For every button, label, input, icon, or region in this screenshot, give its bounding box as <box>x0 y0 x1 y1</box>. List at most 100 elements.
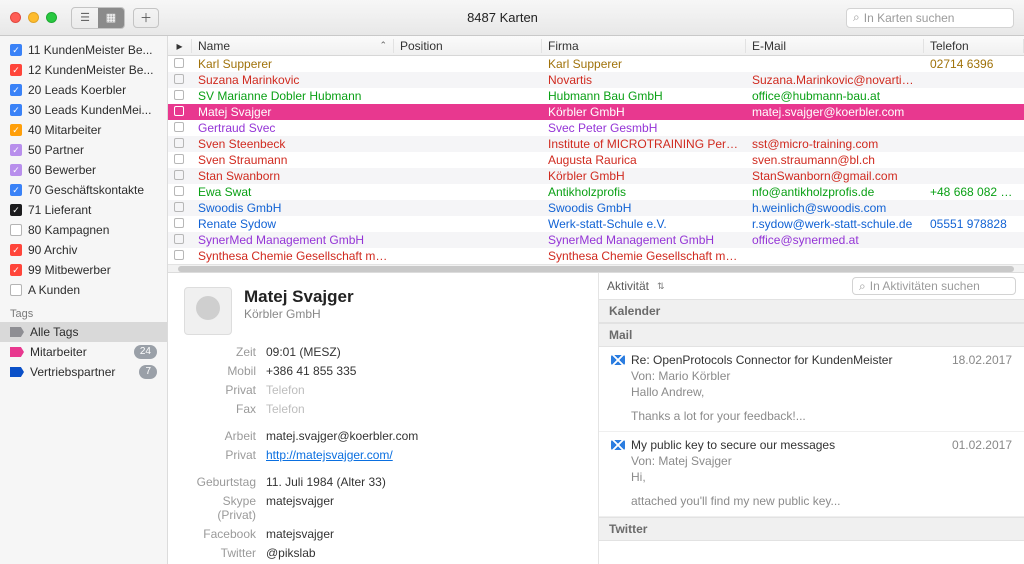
row-checkbox[interactable] <box>168 201 192 215</box>
col-telefon[interactable]: Telefon <box>924 39 1024 53</box>
view-toggle[interactable]: ☰ ▦ <box>71 7 125 29</box>
col-checkbox[interactable]: ▸ <box>168 39 192 53</box>
table-header: ▸ Name⌃ Position Firma E-Mail Telefon <box>168 36 1024 56</box>
row-tel: 02714 6396 <box>924 57 1024 71</box>
sidebar-tag[interactable]: Mitarbeiter24 <box>0 342 167 362</box>
row-checkbox[interactable] <box>168 137 192 151</box>
table-row[interactable]: Stan Swanborn Körbler GmbH StanSwanborn@… <box>168 168 1024 184</box>
field-value: Telefon <box>266 402 305 416</box>
close-icon[interactable] <box>10 12 21 23</box>
row-mail: sven.straumann@bl.ch <box>746 153 924 167</box>
sidebar-group[interactable]: 12 KundenMeister Be... <box>0 60 167 80</box>
activity-label[interactable]: Aktivität <box>607 279 649 293</box>
sidebar-group[interactable]: 70 Geschäftskontakte <box>0 180 167 200</box>
sidebar-group[interactable]: 20 Leads Koerbler <box>0 80 167 100</box>
group-checkbox[interactable] <box>10 64 22 76</box>
sidebar-group[interactable]: 60 Bewerber <box>0 160 167 180</box>
field-value[interactable]: http://matejsvajger.com/ <box>266 448 393 462</box>
horizontal-scrollbar[interactable] <box>168 264 1024 272</box>
group-checkbox[interactable] <box>10 104 22 116</box>
col-firma[interactable]: Firma <box>542 39 746 53</box>
group-label: 60 Bewerber <box>28 163 96 177</box>
sidebar-group[interactable]: 40 Mitarbeiter <box>0 120 167 140</box>
section-mail[interactable]: Mail <box>599 323 1024 347</box>
row-firm: Hubmann Bau GmbH <box>542 89 746 103</box>
sidebar-group[interactable]: A Kunden <box>0 280 167 300</box>
table-row[interactable]: Karl Supperer Karl Supperer 02714 6396 <box>168 56 1024 72</box>
search-input[interactable]: In Karten suchen <box>846 8 1014 28</box>
sidebar-tag[interactable]: Vertriebspartner7 <box>0 362 167 382</box>
row-checkbox[interactable] <box>168 89 192 103</box>
sort-updown-icon[interactable]: ⇅ <box>657 281 665 292</box>
table-row[interactable]: Sven Steenbeck Institute of MICROTRAININ… <box>168 136 1024 152</box>
table-row[interactable]: Gertraud Svec Svec Peter GesmbH <box>168 120 1024 136</box>
table-row[interactable]: SynerMed Management GmbH SynerMed Manage… <box>168 232 1024 248</box>
row-checkbox[interactable] <box>168 73 192 87</box>
group-checkbox[interactable] <box>10 224 22 236</box>
table-row[interactable]: Sven Straumann Augusta Raurica sven.stra… <box>168 152 1024 168</box>
row-checkbox[interactable] <box>168 105 192 119</box>
table-row[interactable]: Matej Svajger Körbler GmbH matej.svajger… <box>168 104 1024 120</box>
sidebar-group[interactable]: 99 Mitbewerber <box>0 260 167 280</box>
row-checkbox[interactable] <box>168 217 192 231</box>
group-checkbox[interactable] <box>10 284 22 296</box>
mail-item[interactable]: My public key to secure our messages01.0… <box>599 432 1024 517</box>
group-checkbox[interactable] <box>10 184 22 196</box>
col-email[interactable]: E-Mail <box>746 39 924 53</box>
minimize-icon[interactable] <box>28 12 39 23</box>
group-checkbox[interactable] <box>10 144 22 156</box>
sidebar-group[interactable]: 30 Leads KundenMei... <box>0 100 167 120</box>
tag-label: Vertriebspartner <box>30 365 115 379</box>
activity-search-input[interactable]: In Aktivitäten suchen <box>852 277 1016 295</box>
table-body: Karl Supperer Karl Supperer 02714 6396 S… <box>168 56 1024 264</box>
group-label: 90 Archiv <box>28 243 77 257</box>
row-checkbox[interactable] <box>168 57 192 71</box>
group-checkbox[interactable] <box>10 44 22 56</box>
table-row[interactable]: Renate Sydow Werk-statt-Schule e.V. r.sy… <box>168 216 1024 232</box>
table-row[interactable]: Swoodis GmbH Swoodis GmbH h.weinlich@swo… <box>168 200 1024 216</box>
group-checkbox[interactable] <box>10 164 22 176</box>
grid-view-icon[interactable]: ▦ <box>98 8 124 28</box>
field-value: matej.svajger@koerbler.com <box>266 429 418 443</box>
table-row[interactable]: Suzana Marinkovic Novartis Suzana.Marink… <box>168 72 1024 88</box>
col-name[interactable]: Name⌃ <box>192 39 394 53</box>
row-checkbox[interactable] <box>168 185 192 199</box>
sidebar-tag[interactable]: Alle Tags <box>0 322 167 342</box>
detail-company: Körbler GmbH <box>244 307 354 321</box>
group-checkbox[interactable] <box>10 204 22 216</box>
field-label: Skype (Privat) <box>184 494 266 522</box>
group-checkbox[interactable] <box>10 124 22 136</box>
row-name: Renate Sydow <box>192 217 394 231</box>
section-twitter[interactable]: Twitter <box>599 517 1024 541</box>
sidebar-group[interactable]: 11 KundenMeister Be... <box>0 40 167 60</box>
row-mail: StanSwanborn@gmail.com <box>746 169 924 183</box>
list-view-icon[interactable]: ☰ <box>72 8 98 28</box>
sidebar-group[interactable]: 71 Lieferant <box>0 200 167 220</box>
zoom-icon[interactable] <box>46 12 57 23</box>
row-checkbox[interactable] <box>168 153 192 167</box>
table-row[interactable]: SV Marianne Dobler Hubmann Hubmann Bau G… <box>168 88 1024 104</box>
add-button[interactable]: ＋ <box>133 8 159 28</box>
row-checkbox[interactable] <box>168 233 192 247</box>
group-checkbox[interactable] <box>10 244 22 256</box>
group-checkbox[interactable] <box>10 264 22 276</box>
row-checkbox[interactable] <box>168 121 192 135</box>
table-row[interactable]: Synthesa Chemie Gesellschaft mbH Synthes… <box>168 248 1024 264</box>
mail-item[interactable]: Re: OpenProtocols Connector for KundenMe… <box>599 347 1024 432</box>
row-checkbox[interactable] <box>168 249 192 263</box>
row-mail: Suzana.Marinkovic@novartis.com <box>746 73 924 87</box>
col-position[interactable]: Position <box>394 39 542 53</box>
sidebar-group[interactable]: 50 Partner <box>0 140 167 160</box>
row-mail: office@hubmann-bau.at <box>746 89 924 103</box>
field-value: Telefon <box>266 383 305 397</box>
section-kalender[interactable]: Kalender <box>599 299 1024 323</box>
sidebar-group[interactable]: 90 Archiv <box>0 240 167 260</box>
table-row[interactable]: Ewa Swat Antikholzprofis nfo@antikholzpr… <box>168 184 1024 200</box>
row-mail: office@synermed.at <box>746 233 924 247</box>
detail-field: PrivatTelefon <box>184 383 582 397</box>
field-value: +386 41 855 335 <box>266 364 356 378</box>
sidebar-group[interactable]: 80 Kampagnen <box>0 220 167 240</box>
detail-field: Twitter@pikslab <box>184 546 582 560</box>
row-checkbox[interactable] <box>168 169 192 183</box>
group-checkbox[interactable] <box>10 84 22 96</box>
